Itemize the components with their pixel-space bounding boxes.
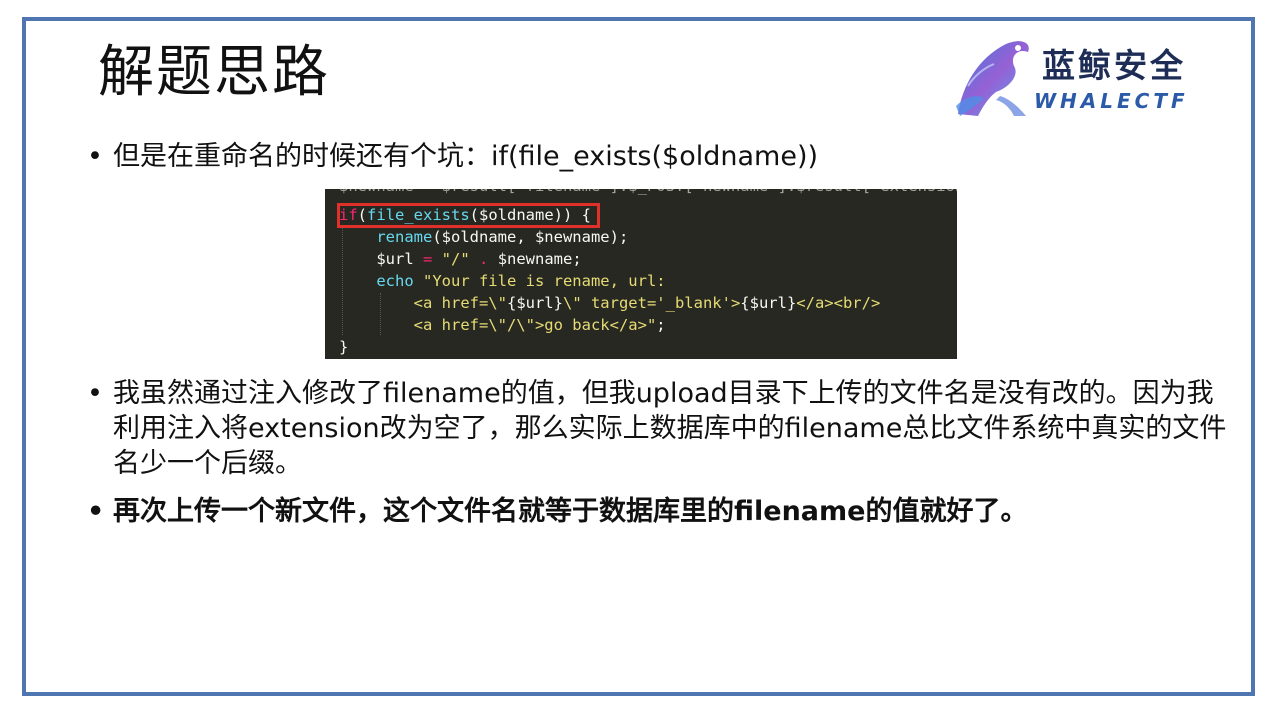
bullet-marker: • [87,378,103,409]
bullet-text: 我虽然通过注入修改了filename的值，但我upload目录下上传的文件名是没… [113,378,1227,479]
code-line: <a href=\"/\">go back</a>"; [339,316,666,334]
whale-logo-icon [956,41,1029,116]
code-line: } [339,338,349,356]
bullet-item: • 我虽然通过注入修改了filename的值，但我upload目录下上传的文件名… [87,376,1233,481]
code-highlight-box [337,203,600,228]
indent-guide [380,293,381,335]
bullet-marker: • [87,496,105,527]
code-line-cut: $newname = $result['filename'].$_POST['n… [339,189,957,197]
code-line: rename($oldname, $newname); [376,228,629,246]
code-line: <a href=\"{$url}\" target='_blank'>{$url… [339,294,881,312]
code-line: echo "Your file is rename, url: [376,272,666,290]
bullet-text: 但是在重命名的时候还有个坑：if(file_exists($oldname)) [113,141,819,172]
bullet-item: • 再次上传一个新文件，这个文件名就等于数据库里的filename的值就好了。 [87,494,1233,529]
bullet-item: • 但是在重命名的时候还有个坑：if(file_exists($oldname)… [87,139,1233,174]
bullet-marker: • [87,141,103,172]
indent-guide [342,227,343,335]
logo-text-cn: 蓝鲸安全 [1042,46,1186,85]
whalectf-logo: 蓝鲸安全 WHALECTF [948,36,1238,120]
code-line: $url = "/" . $newname; [339,250,582,268]
slide-title: 解题思路 [98,40,330,105]
bullet-text: 再次上传一个新文件，这个文件名就等于数据库里的filename的值就好了。 [113,496,1028,527]
logo-text-en: WHALECTF [1034,89,1189,113]
